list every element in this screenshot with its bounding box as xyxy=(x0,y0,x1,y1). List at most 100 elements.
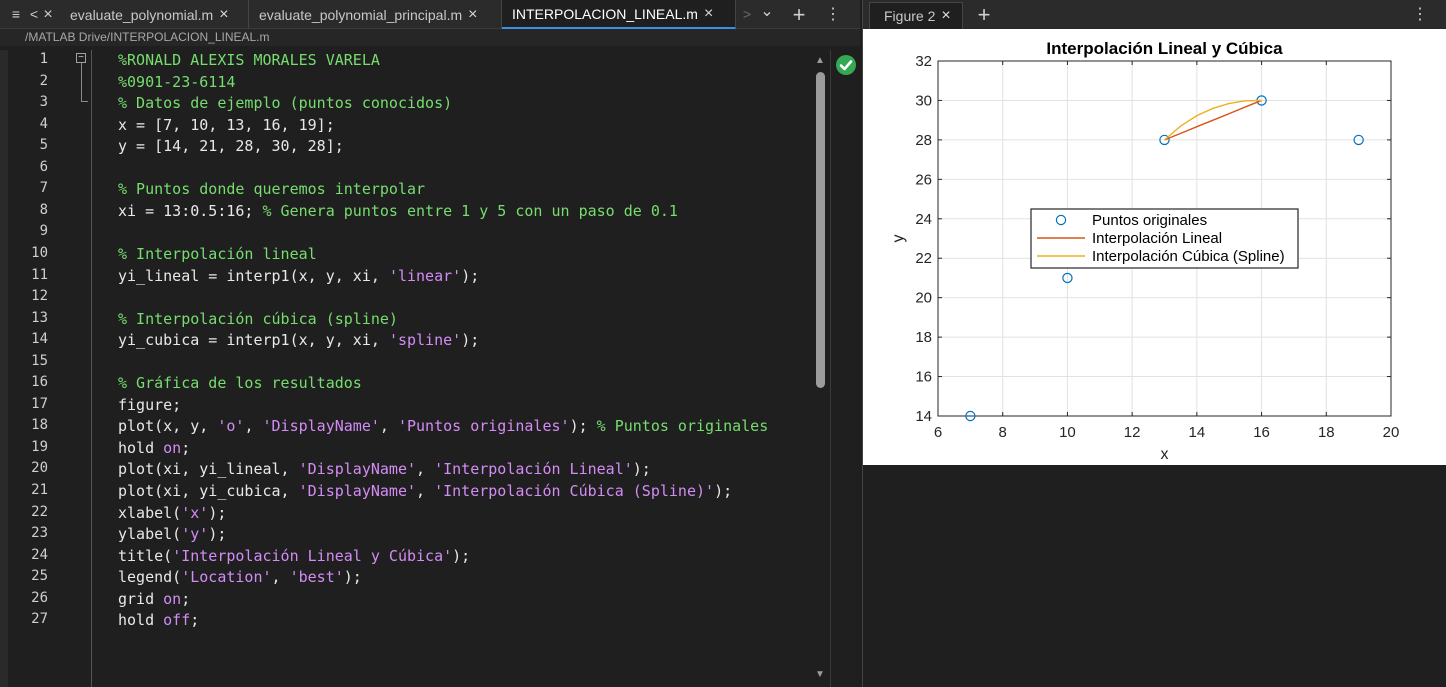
code-line[interactable]: hold on; xyxy=(118,439,190,457)
code-comment: % Interpolación cúbica (spline) xyxy=(118,309,398,328)
code-keyword: on xyxy=(163,589,182,608)
code-text: ); xyxy=(461,331,480,350)
line-number: 3 xyxy=(39,94,48,111)
legend-entry-label: Interpolación Lineal xyxy=(1092,230,1222,247)
more-options-icon[interactable]: ⋮ xyxy=(824,0,842,29)
chevron-down-icon[interactable]: ⌄ xyxy=(758,0,776,29)
y-axis-label: y xyxy=(890,235,907,243)
add-icon[interactable]: + xyxy=(788,0,810,29)
tab-figure-2[interactable]: Figure 2 × xyxy=(869,2,963,29)
line-number: 21 xyxy=(31,482,48,498)
code-line[interactable]: legend('Location', 'best'); xyxy=(118,568,362,586)
code-text: ; xyxy=(181,589,191,608)
code-line[interactable]: yi_cubica = interp1(x, y, xi, 'spline'); xyxy=(118,331,479,349)
code-line[interactable]: figure; xyxy=(118,396,181,414)
close-icon[interactable]: × xyxy=(704,5,713,23)
code-line[interactable]: plot(xi, yi_cubica, 'DisplayName', 'Inte… xyxy=(118,482,732,500)
code-line[interactable]: x = [7, 10, 13, 16, 19]; xyxy=(118,116,335,134)
code-text: xlabel( xyxy=(118,503,182,522)
scroll-tabs-left-icon[interactable]: < xyxy=(28,0,40,29)
code-text: plot(xi, yi_lineal, xyxy=(118,460,299,479)
scroll-tabs-right-icon[interactable]: > xyxy=(740,0,754,29)
code-line[interactable]: % Datos de ejemplo (puntos conocidos) xyxy=(118,94,452,112)
code-line[interactable]: grid on; xyxy=(118,590,190,608)
close-icon[interactable]: × xyxy=(40,0,56,29)
tab-evaluate-polynomial[interactable]: evaluate_polynomial.m × xyxy=(60,0,249,29)
x-tick-label: 18 xyxy=(1318,424,1335,441)
code-text: ; xyxy=(190,611,200,630)
code-line[interactable]: % Interpolación lineal xyxy=(118,245,317,263)
fold-guide xyxy=(81,63,82,101)
figure-pane: Figure 2 × + ⋮ 6 8 10 12 14 16 18 20 14 16 18 20 22 2… xyxy=(862,0,1446,687)
tab-label: evaluate_polynomial_principal.m xyxy=(259,6,463,23)
code-line[interactable]: xlabel('x'); xyxy=(118,504,226,522)
y-tick-label: 28 xyxy=(915,132,932,149)
scroll-up-icon[interactable]: ▲ xyxy=(813,55,827,66)
code-string: 'o' xyxy=(217,417,245,436)
close-icon[interactable]: × xyxy=(468,6,477,24)
code-line[interactable]: % Interpolación cúbica (spline) xyxy=(118,310,398,328)
fold-toggle-icon[interactable]: − xyxy=(76,53,86,63)
code-line[interactable]: % Gráfica de los resultados xyxy=(118,374,362,392)
code-line[interactable]: title('Interpolación Lineal y Cúbica'); xyxy=(118,547,470,565)
code-comment: %0901-23-6114 xyxy=(118,72,236,91)
line-number: 9 xyxy=(39,223,48,240)
code-text: hold xyxy=(118,438,164,457)
code-string: 'Interpolación Cúbica (Spline)' xyxy=(434,482,715,500)
code-text: ); xyxy=(632,460,651,479)
code-text: ); xyxy=(208,503,227,522)
code-line[interactable]: ylabel('y'); xyxy=(118,525,226,543)
code-text: ); xyxy=(714,482,733,500)
close-icon[interactable]: × xyxy=(219,6,228,24)
legend-entry-label: Interpolación Cúbica (Spline) xyxy=(1092,248,1285,265)
code-string: 'y' xyxy=(181,525,209,544)
add-icon[interactable]: + xyxy=(973,0,995,29)
editor-tab-bar: ≡ < × evaluate_polynomial.m × evaluate_p… xyxy=(0,0,860,29)
code-text: title( xyxy=(118,546,173,565)
code-line[interactable]: %0901-23-6114 xyxy=(118,73,235,91)
code-line[interactable]: plot(xi, yi_lineal, 'DisplayName', 'Inte… xyxy=(118,460,651,478)
y-tick-label: 18 xyxy=(915,329,932,346)
code-line[interactable]: hold off; xyxy=(118,611,199,629)
scroll-down-icon[interactable]: ▼ xyxy=(813,669,827,680)
code-line[interactable]: yi_lineal = interp1(x, y, xi, 'linear'); xyxy=(118,267,479,285)
tab-evaluate-polynomial-principal[interactable]: evaluate_polynomial_principal.m × xyxy=(249,0,502,29)
editor-pane: ≡ < × evaluate_polynomial.m × evaluate_p… xyxy=(0,0,860,687)
code-line[interactable]: % Puntos donde queremos interpolar xyxy=(118,180,425,198)
code-line[interactable]: %RONALD ALEXIS MORALES VARELA xyxy=(118,51,380,69)
code-line[interactable]: y = [14, 21, 28, 30, 28]; xyxy=(118,137,344,155)
chart-title: Interpolación Lineal y Cúbica xyxy=(1046,39,1283,58)
code-text: hold xyxy=(118,611,164,630)
y-tick-label: 26 xyxy=(915,171,932,188)
line-number: 18 xyxy=(31,417,48,434)
code-text: ylabel( xyxy=(118,525,182,544)
code-text: , xyxy=(416,460,435,479)
close-icon[interactable]: × xyxy=(941,7,950,25)
code-text: y = [14, 21, 28, 30, 28]; xyxy=(118,137,344,156)
line-number: 15 xyxy=(31,352,48,369)
code-comment: % Puntos donde queremos interpolar xyxy=(118,180,426,199)
tab-interpolacion-lineal[interactable]: INTERPOLACION_LINEAL.m × xyxy=(502,0,736,29)
tab-label: Figure 2 xyxy=(884,8,936,24)
code-string: 'spline' xyxy=(388,331,462,350)
code-string: 'linear' xyxy=(388,266,462,285)
code-line[interactable]: plot(x, y, 'o', 'DisplayName', 'Puntos o… xyxy=(118,417,768,435)
code-text: grid xyxy=(118,589,164,608)
code-line[interactable]: xi = 13:0.5:16; % Genera puntos entre 1 … xyxy=(118,202,678,220)
code-text: , xyxy=(271,568,290,587)
figure-canvas[interactable]: 6 8 10 12 14 16 18 20 14 16 18 20 22 24 26 28 30 32 Interp… xyxy=(863,29,1446,465)
line-number: 7 xyxy=(39,180,48,197)
more-options-icon[interactable]: ⋮ xyxy=(1411,0,1429,29)
line-number: 19 xyxy=(31,438,48,455)
tab-list-icon[interactable]: ≡ xyxy=(10,0,22,29)
check-circle-icon[interactable] xyxy=(836,55,856,75)
line-number: 25 xyxy=(31,568,48,585)
x-tick-label: 14 xyxy=(1189,424,1206,441)
plot-svg[interactable]: 6 8 10 12 14 16 18 20 14 16 18 20 22 24 26 28 30 32 Interp… xyxy=(863,29,1446,465)
scrollbar-thumb[interactable] xyxy=(816,72,825,388)
tab-label: INTERPOLACION_LINEAL.m xyxy=(512,5,698,22)
line-number: 20 xyxy=(31,460,48,477)
line-number: 16 xyxy=(31,374,48,391)
x-tick-label: 6 xyxy=(934,424,942,441)
line-number: 6 xyxy=(39,158,48,175)
